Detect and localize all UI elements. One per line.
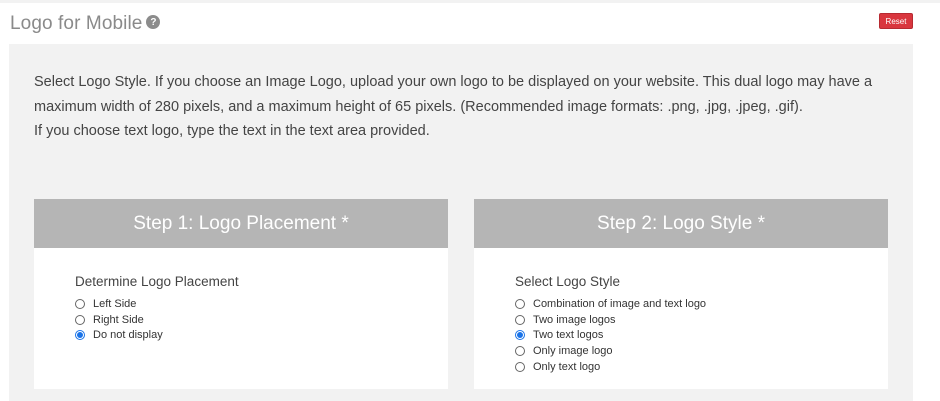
option-label: Left Side (93, 297, 137, 310)
option-label: Combination of image and text logo (533, 297, 707, 310)
radio-right-side[interactable] (75, 314, 85, 325)
style-option[interactable]: Two image logos (515, 312, 888, 328)
step2-card: Step 2: Logo Style * Select Logo Style C… (474, 199, 888, 389)
radio-left-side[interactable] (75, 298, 85, 309)
top-divider (0, 0, 940, 3)
radio-only-text-logo[interactable] (515, 361, 525, 372)
radio-do-not-display[interactable] (75, 330, 85, 341)
style-option[interactable]: Two text logos (515, 327, 888, 343)
step1-header: Step 1: Logo Placement * (34, 199, 448, 248)
radio-only-image-logo[interactable] (515, 345, 525, 356)
settings-panel: Select Logo Style. If you choose an Imag… (9, 44, 913, 401)
description-text: Select Logo Style. If you choose an Imag… (34, 74, 873, 115)
placement-option[interactable]: Left Side (75, 296, 448, 312)
placement-option[interactable]: Right Side (75, 312, 448, 328)
option-label: Only image logo (533, 344, 613, 357)
style-option[interactable]: Combination of image and text logo (515, 296, 888, 312)
option-label: Do not display (93, 329, 163, 342)
option-label: Two image logos (533, 313, 616, 326)
option-label: Right Side (93, 313, 144, 326)
radio-two-text-logos[interactable] (515, 330, 525, 341)
step1-body: Determine Logo Placement Left Side Right… (34, 248, 448, 343)
page: Logo for Mobile ? Reset Select Logo Styl… (0, 0, 940, 401)
logo-placement-label: Determine Logo Placement (75, 274, 239, 289)
section-header: Logo for Mobile ? (10, 12, 161, 36)
step1-card: Step 1: Logo Placement * Determine Logo … (34, 199, 448, 389)
logo-style-label: Select Logo Style (515, 274, 621, 289)
radio-combination[interactable] (515, 298, 525, 309)
radio-two-image-logos[interactable] (515, 314, 525, 325)
description-text-2: If you choose text logo, type the text i… (34, 123, 430, 139)
option-label: Only text logo (533, 360, 601, 373)
step2-body: Select Logo Style Combination of image a… (474, 248, 888, 374)
step2-header: Step 2: Logo Style * (474, 199, 888, 248)
style-option[interactable]: Only text logo (515, 359, 888, 375)
section-title: Logo for Mobile (10, 13, 143, 34)
reset-button[interactable]: Reset (879, 13, 913, 29)
style-option[interactable]: Only image logo (515, 343, 888, 359)
option-label: Two text logos (533, 329, 604, 342)
description: Select Logo Style. If you choose an Imag… (34, 70, 894, 144)
help-icon[interactable]: ? (146, 15, 161, 29)
placement-option[interactable]: Do not display (75, 327, 448, 343)
